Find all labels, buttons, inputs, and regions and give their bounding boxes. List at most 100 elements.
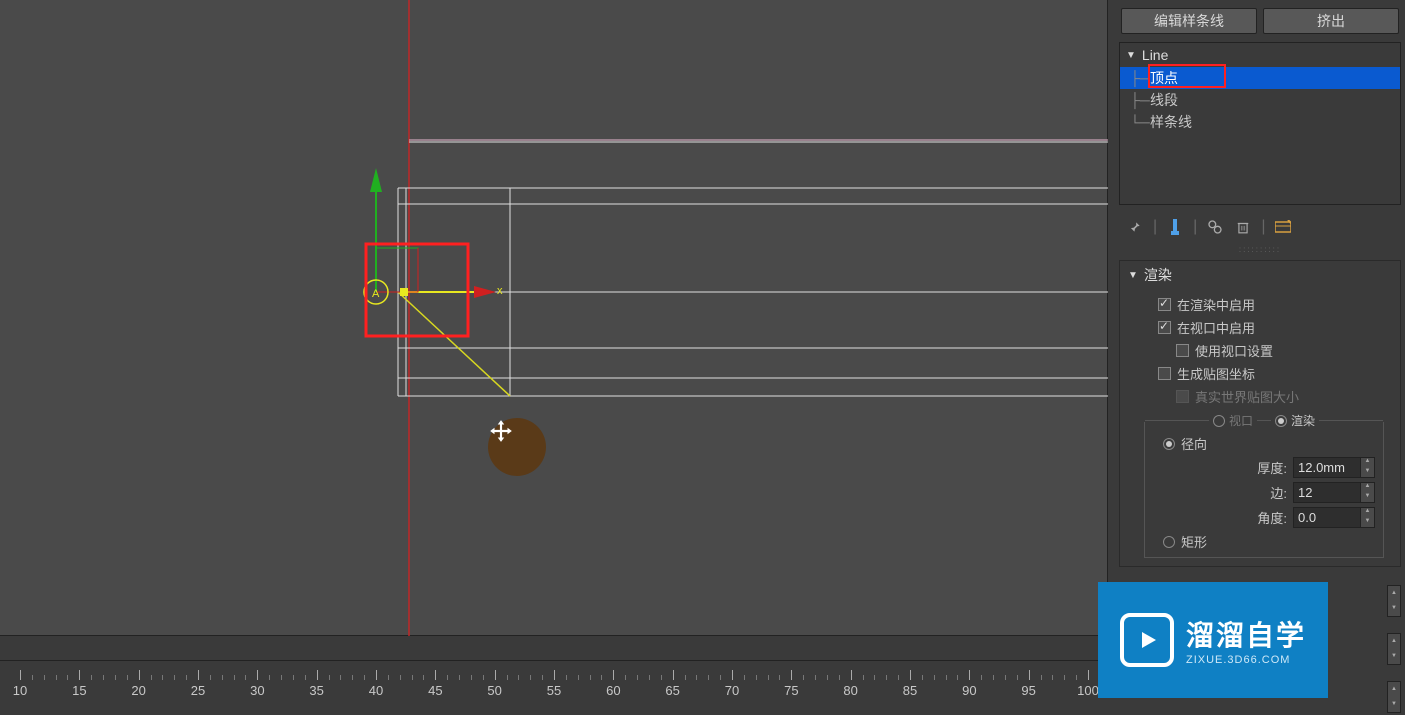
timeline-tick bbox=[1088, 670, 1089, 680]
timeline-minor-tick bbox=[115, 675, 116, 680]
timeline-minor-tick bbox=[779, 675, 780, 680]
timeline-label: 85 bbox=[903, 683, 917, 698]
modifier-name: Line bbox=[1142, 47, 1168, 63]
timeline-tick bbox=[198, 670, 199, 680]
timeline-minor-tick bbox=[744, 675, 745, 680]
timeline-tick bbox=[851, 670, 852, 680]
spinner-buttons[interactable]: ▲▼ bbox=[1361, 507, 1375, 528]
checkbox-label: 使用视口设置 bbox=[1195, 341, 1273, 360]
gizmo-y-arrow[interactable] bbox=[370, 168, 382, 192]
sides-field: 边: ▲▼ bbox=[1153, 480, 1375, 505]
timeline-minor-tick bbox=[874, 675, 875, 680]
render-radio[interactable] bbox=[1275, 415, 1287, 427]
timeline-label: 95 bbox=[1021, 683, 1035, 698]
viewport-radio[interactable] bbox=[1213, 415, 1225, 427]
annotation-highlight bbox=[366, 244, 468, 336]
move-cursor-icon bbox=[488, 418, 546, 476]
spinner-buttons[interactable]: ▲▼ bbox=[1361, 457, 1375, 478]
pin-stack-icon[interactable] bbox=[1125, 217, 1145, 237]
radio-label: 矩形 bbox=[1181, 532, 1207, 551]
timeline-minor-tick bbox=[708, 675, 709, 680]
timeline-minor-tick bbox=[590, 675, 591, 680]
timeline-minor-tick bbox=[934, 675, 935, 680]
subobject-spline[interactable]: └─ 样条线 bbox=[1120, 111, 1400, 133]
timeline-minor-tick bbox=[447, 675, 448, 680]
thickness-label: 厚度: bbox=[1257, 458, 1287, 477]
modifier-stack-root[interactable]: ▼ Line bbox=[1120, 43, 1400, 67]
timeline-tick bbox=[910, 670, 911, 680]
rectangular-radio[interactable]: 矩形 bbox=[1153, 530, 1375, 553]
subobject-label: 顶点 bbox=[1150, 68, 1178, 88]
gizmo-plane[interactable] bbox=[376, 248, 418, 292]
extrude-button[interactable]: 挤出 bbox=[1263, 8, 1399, 34]
timeline-minor-tick bbox=[162, 675, 163, 680]
viewport[interactable]: A x bbox=[0, 0, 1108, 636]
modifier-stack-toolbar: | | | bbox=[1115, 211, 1405, 243]
timeline-minor-tick bbox=[601, 675, 602, 680]
timeline-minor-tick bbox=[1017, 675, 1018, 680]
render-rollout: ▼ 渲染 在渲染中启用 在视口中启用 使用视口设置 生成贴图坐标 真实世 bbox=[1119, 260, 1401, 567]
edge-diagonal bbox=[398, 292, 510, 396]
timeline-minor-tick bbox=[127, 675, 128, 680]
spinner-buttons[interactable]: ▲▼ bbox=[1387, 585, 1401, 617]
timeline-minor-tick bbox=[56, 675, 57, 680]
timeline-label: 40 bbox=[369, 683, 383, 698]
timeline-minor-tick bbox=[685, 675, 686, 680]
panel-drag-handle[interactable]: :::::::::: bbox=[1115, 243, 1405, 256]
timeline-minor-tick bbox=[637, 675, 638, 680]
timeline-minor-tick bbox=[32, 675, 33, 680]
timeline-minor-tick bbox=[234, 675, 235, 680]
radial-radio[interactable]: 径向 bbox=[1153, 432, 1375, 455]
timeline-minor-tick bbox=[151, 675, 152, 680]
checkbox-label: 在视口中启用 bbox=[1177, 318, 1255, 337]
render-rollout-header[interactable]: ▼ 渲染 bbox=[1120, 261, 1400, 289]
radio-icon bbox=[1163, 536, 1175, 548]
collapse-triangle-icon[interactable]: ▼ bbox=[1128, 270, 1138, 281]
generate-mapping-checkbox[interactable]: 生成贴图坐标 bbox=[1130, 362, 1390, 385]
subobject-vertex[interactable]: ├─ 顶点 bbox=[1120, 67, 1400, 89]
timeline-minor-tick bbox=[827, 675, 828, 680]
timeline-tick bbox=[613, 670, 614, 680]
timeline-minor-tick bbox=[886, 675, 887, 680]
enable-in-render-checkbox[interactable]: 在渲染中启用 bbox=[1130, 293, 1390, 316]
timeline-minor-tick bbox=[696, 675, 697, 680]
modifier-stack[interactable]: ▼ Line ├─ 顶点 ├─ 线段 └─ 样条线 bbox=[1119, 42, 1401, 205]
spinner-buttons[interactable]: ▲▼ bbox=[1361, 482, 1375, 503]
use-viewport-settings-checkbox[interactable]: 使用视口设置 bbox=[1130, 339, 1390, 362]
configure-modifier-sets-icon[interactable] bbox=[1273, 217, 1293, 237]
radio-label: 径向 bbox=[1181, 434, 1207, 453]
timeline-minor-tick bbox=[281, 675, 282, 680]
spinner-buttons[interactable]: ▲▼ bbox=[1387, 681, 1401, 713]
edit-spline-button[interactable]: 编辑样条线 bbox=[1121, 8, 1257, 34]
checkbox-icon bbox=[1158, 321, 1171, 334]
remove-modifier-icon[interactable] bbox=[1233, 217, 1253, 237]
show-end-result-icon[interactable] bbox=[1165, 217, 1185, 237]
selected-vertex[interactable] bbox=[400, 288, 408, 296]
sides-input[interactable] bbox=[1293, 482, 1361, 503]
watermark-logo: 溜溜自学 ZIXUE.3D66.COM bbox=[1098, 582, 1328, 698]
timeline-minor-tick bbox=[1076, 675, 1077, 680]
timeline-tick bbox=[20, 670, 21, 680]
tree-branch-icon: ├─ bbox=[1130, 70, 1150, 86]
timeline-minor-tick bbox=[483, 675, 484, 680]
spinner-buttons[interactable]: ▲▼ bbox=[1387, 633, 1401, 665]
collapse-triangle-icon[interactable]: ▼ bbox=[1126, 50, 1136, 61]
timeline-minor-tick bbox=[245, 675, 246, 680]
gizmo-x-arrow[interactable] bbox=[474, 286, 496, 298]
timeline-label: 10 bbox=[13, 683, 27, 698]
timeline-minor-tick bbox=[981, 675, 982, 680]
timeline-tick bbox=[257, 670, 258, 680]
timeline-tick bbox=[673, 670, 674, 680]
make-unique-icon[interactable] bbox=[1205, 217, 1225, 237]
timeline-minor-tick bbox=[412, 675, 413, 680]
angle-field: 角度: ▲▼ bbox=[1153, 505, 1375, 530]
timeline-minor-tick bbox=[922, 675, 923, 680]
thickness-input[interactable] bbox=[1293, 457, 1361, 478]
subobject-segment[interactable]: ├─ 线段 bbox=[1120, 89, 1400, 111]
timeline[interactable]: 101520253035404550556065707580859095100 bbox=[0, 660, 1108, 705]
timeline-minor-tick bbox=[423, 675, 424, 680]
timeline-minor-tick bbox=[756, 675, 757, 680]
enable-in-viewport-checkbox[interactable]: 在视口中启用 bbox=[1130, 316, 1390, 339]
angle-input[interactable] bbox=[1293, 507, 1361, 528]
timeline-tick bbox=[139, 670, 140, 680]
